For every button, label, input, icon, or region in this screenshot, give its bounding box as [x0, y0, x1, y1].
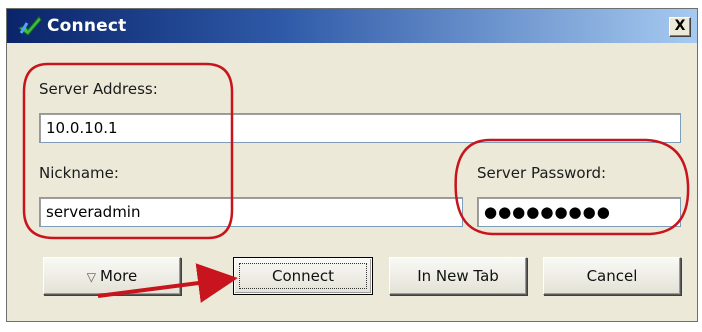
close-icon: X: [674, 18, 686, 34]
nickname-input[interactable]: serveradmin: [39, 197, 463, 227]
nickname-value: serveradmin: [46, 203, 141, 221]
cancel-button-label: Cancel: [586, 267, 638, 285]
server-password-input[interactable]: ●●●●●●●●●: [477, 197, 681, 227]
chevron-down-icon: ▽: [86, 270, 97, 284]
more-button[interactable]: ▽ More: [43, 257, 181, 295]
in-new-tab-button[interactable]: In New Tab: [389, 257, 527, 295]
server-address-value: 10.0.10.1: [46, 119, 118, 137]
connect-dialog: Connect X Server Address: 10.0.10.1 Nick…: [6, 8, 698, 322]
server-password-label: Server Password:: [477, 164, 607, 182]
connect-button-label: Connect: [271, 267, 335, 285]
title-bar[interactable]: Connect X: [7, 9, 697, 43]
in-new-tab-button-label: In New Tab: [417, 267, 499, 285]
close-button[interactable]: X: [669, 17, 691, 37]
cancel-button[interactable]: Cancel: [543, 257, 681, 295]
window-title: Connect: [47, 16, 127, 36]
checkmark-connect-icon: [17, 16, 42, 36]
nickname-label: Nickname:: [39, 164, 119, 182]
server-password-value: ●●●●●●●●●: [484, 203, 611, 221]
server-address-label: Server Address:: [39, 80, 158, 98]
connect-button[interactable]: Connect: [233, 257, 373, 295]
server-address-input[interactable]: 10.0.10.1: [39, 113, 681, 143]
more-button-label: More: [100, 267, 138, 285]
